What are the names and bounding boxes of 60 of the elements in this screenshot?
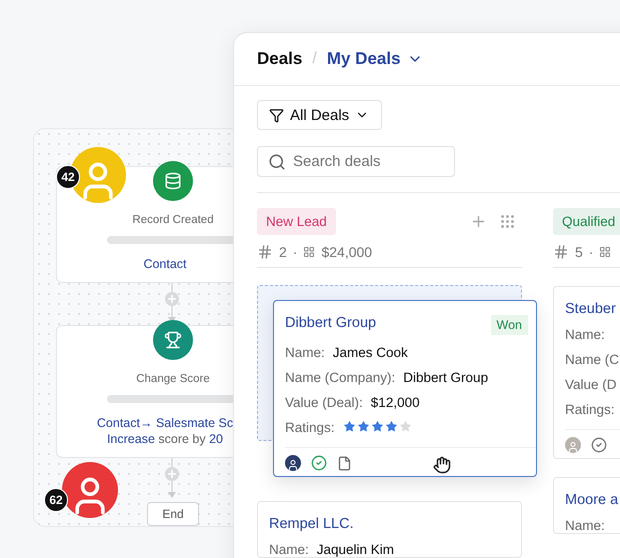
- view-dropdown[interactable]: My Deals: [326, 49, 423, 69]
- deal-count: 5: [575, 244, 583, 260]
- field-value: Jaquelin Kim: [316, 542, 394, 557]
- deal-card[interactable]: Steuber Name: Name (C Value (D Ratings:: [553, 286, 620, 459]
- star-icon: [398, 420, 412, 433]
- field-label: Name (C: [565, 352, 620, 367]
- step-detail: Contact→ Salesmate Sc: [96, 415, 234, 431]
- deal-amount: $24,000: [321, 244, 372, 260]
- company-name: Rempel LLC.: [269, 516, 354, 532]
- search-icon: [268, 153, 286, 171]
- star-icon: [370, 420, 384, 433]
- star-icon: [384, 420, 398, 433]
- step-title: Record Created: [132, 214, 214, 226]
- value-icon: [303, 246, 316, 258]
- field-label: Ratings:: [285, 420, 335, 435]
- hash-icon: [257, 244, 273, 260]
- company-name: Dibbert Group: [285, 315, 376, 331]
- count-badge: 62: [44, 488, 68, 512]
- check-circle-icon[interactable]: [311, 455, 327, 471]
- field-label: Value (Deal):: [285, 395, 363, 410]
- deal-card[interactable]: Rempel LLC. Name: Jaquelin Kim: [257, 501, 522, 558]
- check-circle-icon[interactable]: [591, 437, 607, 453]
- filter-dropdown[interactable]: All Deals: [257, 100, 382, 130]
- breadcrumb: Deals: [257, 49, 302, 69]
- avatar: [565, 437, 581, 453]
- grid-dots-icon[interactable]: [499, 213, 516, 230]
- field-label: Name:: [285, 345, 325, 360]
- field-label: Name:: [565, 518, 605, 533]
- stage-tag: New Lead: [257, 208, 336, 235]
- company-name: Steuber: [565, 301, 616, 317]
- field-label: Ratings:: [565, 402, 615, 417]
- step-title: Change Score: [136, 373, 210, 385]
- separator-dot: ·: [588, 244, 594, 260]
- avatar: [285, 455, 301, 471]
- file-icon[interactable]: [337, 456, 352, 470]
- field-label: Name:: [269, 542, 309, 557]
- star-icon: [342, 420, 356, 433]
- field-value: James Cook: [332, 345, 408, 360]
- star-icon: [356, 420, 370, 433]
- field-label: Name (Company):: [285, 370, 396, 385]
- field-value: $12,000: [370, 395, 420, 410]
- company-name: Moore a: [565, 492, 618, 508]
- filter-icon: [269, 108, 284, 122]
- value-icon: [599, 246, 612, 258]
- step-detail: Contact: [143, 256, 188, 272]
- end-node: End: [147, 502, 199, 526]
- dragged-deal-card[interactable]: Dibbert Group Won Name: James Cook Name (Company): Dibbert Group Value (Deal): $12,000 Ratings:: [273, 300, 537, 477]
- field-label: Name:: [565, 327, 605, 342]
- field-label: Value (D: [565, 377, 617, 392]
- breadcrumb-separator: /: [312, 50, 317, 68]
- status-tag: Won: [490, 315, 528, 335]
- hash-icon: [553, 244, 569, 260]
- deal-count: 2: [279, 244, 287, 260]
- deal-card[interactable]: Moore a Name:: [553, 477, 620, 534]
- separator-dot: ·: [292, 244, 298, 260]
- step-detail: Increase score by 20: [106, 431, 224, 447]
- field-value: Dibbert Group: [403, 370, 488, 385]
- add-icon[interactable]: [470, 213, 487, 230]
- search-field[interactable]: Search deals: [257, 146, 455, 177]
- stage-tag: Qualified: [553, 208, 620, 235]
